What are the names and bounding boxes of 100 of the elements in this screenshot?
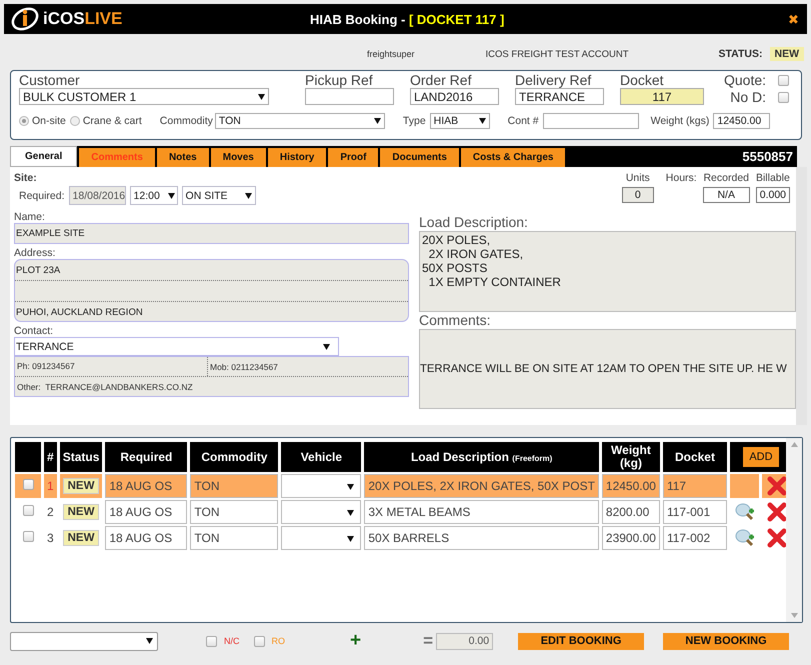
table-cell: 3X METAL BEAMS bbox=[364, 500, 599, 524]
time-dropdown[interactable]: 12:00 bbox=[130, 186, 178, 205]
phone-text: Ph: 091234567 bbox=[15, 357, 208, 376]
tab[interactable]: Notes bbox=[156, 148, 209, 167]
comments-field[interactable]: TERRANCE WILL BE ON SITE AT 12AM TO OPEN THE SITE UP. HE W bbox=[419, 329, 796, 409]
delete-icon[interactable] bbox=[767, 528, 788, 548]
field-label: Units bbox=[626, 172, 650, 184]
name-field[interactable]: EXAMPLE SITE bbox=[14, 223, 409, 244]
table-cell: 18 AUG OS bbox=[105, 474, 188, 498]
tab[interactable]: Proof bbox=[328, 148, 378, 167]
field-label: Customer bbox=[19, 73, 81, 88]
caret-icon bbox=[374, 118, 381, 124]
delete-icon[interactable] bbox=[767, 502, 788, 522]
tab[interactable]: Moves bbox=[210, 148, 266, 167]
column-header: Docket bbox=[662, 442, 727, 472]
docket-field[interactable]: 117 bbox=[620, 88, 704, 105]
checkbox-label: Quote: bbox=[724, 73, 766, 88]
field-label: Weight (kgs) bbox=[650, 115, 710, 127]
vehicle-dropdown[interactable] bbox=[281, 526, 362, 550]
checkbox[interactable] bbox=[22, 531, 34, 542]
field-label: Address: bbox=[14, 247, 56, 259]
radio-button[interactable] bbox=[19, 116, 29, 126]
checkbox[interactable] bbox=[206, 636, 217, 646]
customer-dropdown[interactable]: BULK CUSTOMER 1 bbox=[19, 88, 269, 105]
caret-icon bbox=[168, 192, 175, 198]
caret-icon bbox=[146, 638, 153, 644]
status-badge: NEW bbox=[62, 504, 100, 520]
table-cell: TON bbox=[190, 500, 278, 524]
contact-dropdown[interactable]: TERRANCE bbox=[14, 337, 339, 356]
checkbox[interactable] bbox=[778, 92, 790, 103]
checkbox[interactable] bbox=[254, 636, 264, 646]
commodity-dropdown[interactable]: TON bbox=[214, 113, 385, 129]
column-header: # bbox=[44, 442, 57, 472]
tab[interactable]: Costs & Charges bbox=[460, 148, 566, 167]
address-field[interactable]: PLOT 23A PUHOI, AUCKLAND REGION bbox=[14, 259, 409, 322]
table-cell: 20X POLES, 2X IRON GATES, 50X POST bbox=[364, 474, 599, 498]
field-label: Cont # bbox=[508, 115, 539, 127]
table-cell: TON bbox=[190, 474, 278, 498]
table-cell: 18 AUG OS bbox=[105, 500, 188, 524]
caret-icon bbox=[323, 344, 330, 350]
table-cell: 8200.00 bbox=[602, 500, 660, 524]
input-field[interactable]: TERRANCE bbox=[515, 88, 604, 105]
logo-text: iCOSLIVE bbox=[43, 9, 122, 29]
table-cell: 50X BARRELS bbox=[364, 526, 599, 550]
field-label: Docket bbox=[620, 73, 665, 88]
new-booking-button[interactable]: NEW BOOKING bbox=[663, 632, 790, 650]
scroll-up-icon[interactable] bbox=[790, 442, 798, 447]
checkbox-label: RO bbox=[272, 636, 285, 646]
site-status-dropdown[interactable]: ON SITE bbox=[182, 186, 256, 205]
date-field[interactable]: 18/08/2016 bbox=[68, 186, 126, 205]
delete-icon[interactable] bbox=[767, 476, 788, 496]
row-number: 2 bbox=[46, 504, 55, 521]
column-header: Load Description (Freeform) bbox=[364, 442, 599, 472]
caret-icon bbox=[258, 94, 265, 100]
field-label: Pickup Ref bbox=[305, 73, 374, 88]
user-name: freightsuper bbox=[367, 49, 415, 59]
field-label: Hours: bbox=[666, 172, 697, 184]
type-dropdown[interactable]: HIAB bbox=[430, 113, 490, 129]
field-label: Comments: bbox=[419, 312, 492, 329]
field-label: Contact: bbox=[14, 325, 54, 337]
tab[interactable]: History bbox=[268, 148, 326, 167]
checkbox[interactable] bbox=[778, 75, 790, 86]
weight-field[interactable]: 12450.00 bbox=[713, 113, 770, 129]
caret-icon bbox=[478, 118, 486, 124]
scroll-down-icon[interactable] bbox=[790, 613, 798, 618]
field-label: Commodity bbox=[160, 115, 213, 127]
table-cell: 18 AUG OS bbox=[105, 526, 188, 550]
zoom-icon[interactable] bbox=[734, 529, 755, 547]
checkbox[interactable] bbox=[22, 505, 34, 516]
edit-booking-button[interactable]: EDIT BOOKING bbox=[518, 632, 644, 650]
field-label: Billable bbox=[756, 172, 790, 184]
checkbox[interactable] bbox=[22, 479, 34, 490]
radio-label: On-site bbox=[32, 115, 66, 127]
column-header: Vehicle bbox=[281, 442, 362, 472]
footer-dropdown[interactable] bbox=[10, 632, 158, 650]
status-value: NEW bbox=[770, 47, 804, 61]
scrollbar[interactable] bbox=[786, 438, 802, 622]
field-label: Name: bbox=[14, 211, 46, 223]
input-field[interactable] bbox=[542, 113, 639, 129]
input-field[interactable] bbox=[305, 88, 394, 105]
tab[interactable]: Documents bbox=[380, 148, 459, 167]
vehicle-dropdown[interactable] bbox=[281, 474, 362, 498]
load-description-field[interactable]: 20X POLES, 2X IRON GATES, 50X POSTS 1X EMPTY CONTAINER bbox=[419, 231, 796, 312]
billable-field: 0.000 bbox=[756, 187, 790, 203]
status-label: STATUS: bbox=[718, 48, 762, 60]
close-button[interactable]: ✖ bbox=[782, 12, 805, 26]
vehicle-dropdown[interactable] bbox=[281, 500, 362, 524]
equals-sign: = bbox=[423, 631, 434, 651]
add-charge-button[interactable]: + bbox=[350, 630, 362, 652]
account-name: ICOS FREIGHT TEST ACCOUNT bbox=[486, 48, 629, 60]
column-header: Commodity bbox=[190, 442, 278, 472]
total-field: 0.00 bbox=[436, 632, 494, 650]
input-field[interactable]: LAND2016 bbox=[410, 88, 499, 105]
zoom-icon[interactable] bbox=[734, 503, 755, 521]
radio-button[interactable] bbox=[70, 116, 80, 126]
table-cell: 117-002 bbox=[662, 526, 727, 550]
scrollbar[interactable] bbox=[796, 167, 807, 425]
tab[interactable]: General bbox=[10, 146, 78, 167]
field-label: Type bbox=[402, 115, 426, 127]
add-button[interactable]: ADD bbox=[743, 447, 779, 467]
